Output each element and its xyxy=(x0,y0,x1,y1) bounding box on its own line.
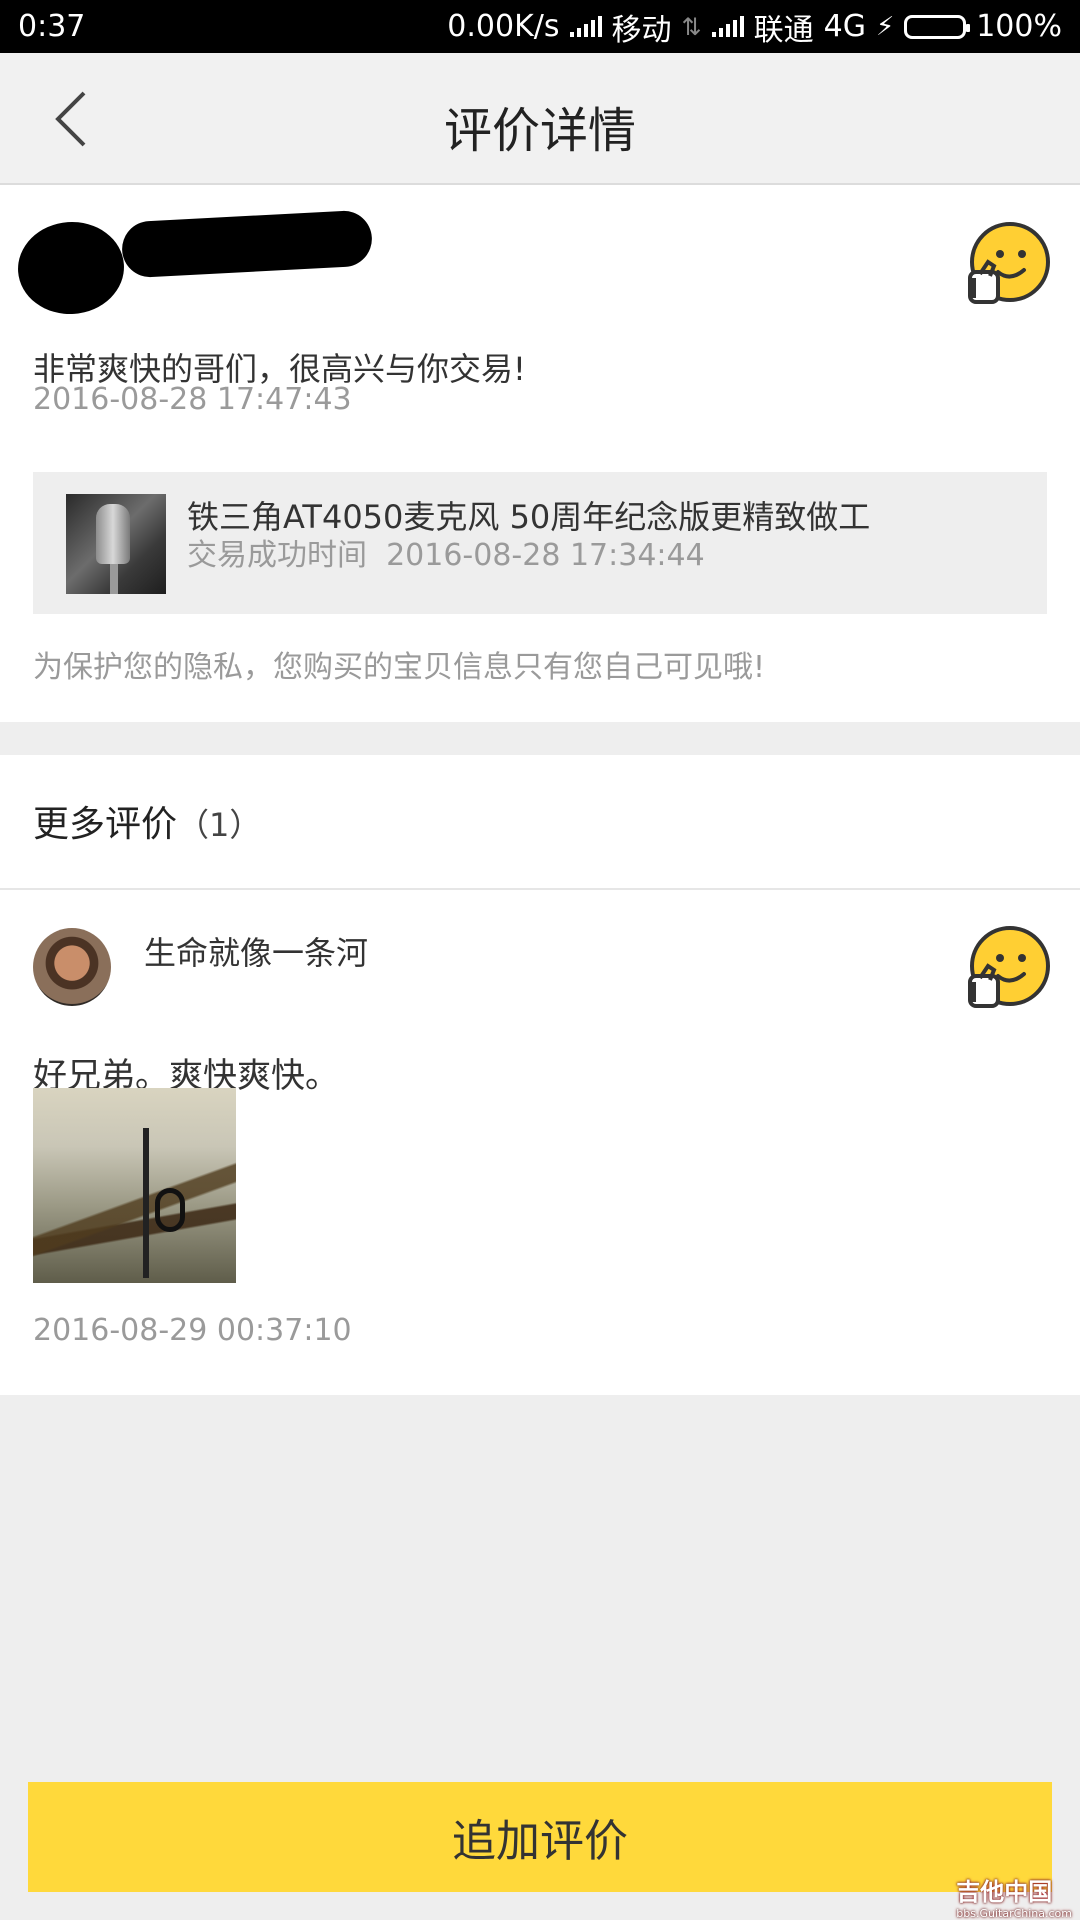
product-success-value: 2016-08-28 17:34:44 xyxy=(386,538,705,573)
battery-icon xyxy=(904,14,971,39)
battery-level: 100% xyxy=(976,9,1062,44)
divider xyxy=(0,888,1080,890)
more-reviews-title: 更多评价 xyxy=(33,804,178,845)
status-bar: 0:37 0.00K/s 移动 ⇅ 联通 4G ⚡ 100% xyxy=(0,0,1080,53)
network-speed: 0.00K/s xyxy=(447,9,560,44)
review-photo[interactable] xyxy=(33,1088,236,1283)
signal-icon xyxy=(569,15,602,37)
watermark-text: 吉他中国 xyxy=(956,1878,1053,1906)
watermark-sub: bbs.GuitarChina.com xyxy=(956,1907,1072,1920)
page-title: 评价详情 xyxy=(443,103,636,159)
data-arrows-icon: ⇅ xyxy=(681,12,702,41)
thumbs-up-emoji-icon xyxy=(968,926,1050,1008)
more-reviews-heading: 更多评价（1） xyxy=(33,795,261,847)
thumbs-up-emoji-icon xyxy=(968,222,1050,304)
status-time: 0:37 xyxy=(18,9,86,44)
charging-icon: ⚡ xyxy=(875,11,895,42)
product-success-time: 交易成功时间 2016-08-28 17:34:44 xyxy=(187,530,705,574)
add-review-button[interactable]: 追加评价 xyxy=(28,1782,1052,1892)
privacy-note: 为保护您的隐私，您购买的宝贝信息只有您自己可见哦! xyxy=(33,650,766,685)
product-success-label: 交易成功时间 xyxy=(187,538,367,573)
avatar[interactable] xyxy=(33,928,111,1006)
review-time: 2016-08-29 00:37:10 xyxy=(33,1313,352,1348)
review-time: 2016-08-28 17:47:43 xyxy=(33,382,352,417)
signal-icon-2 xyxy=(711,15,744,37)
more-reviews-count: （1） xyxy=(177,806,262,844)
product-image xyxy=(66,494,166,594)
product-card[interactable]: 铁三角AT4050麦克风 50周年纪念版更精致做工 交易成功时间 2016-08… xyxy=(33,472,1047,614)
carrier-1: 移动 xyxy=(611,12,672,48)
network-type: 4G xyxy=(823,9,866,44)
watermark-logo: 吉他中国 bbs.GuitarChina.com xyxy=(956,1872,1072,1920)
carrier-2: 联通 xyxy=(753,12,814,48)
nav-bar: 评价详情 xyxy=(0,53,1080,185)
reviewer-name[interactable]: 生命就像一条河 xyxy=(144,928,368,974)
